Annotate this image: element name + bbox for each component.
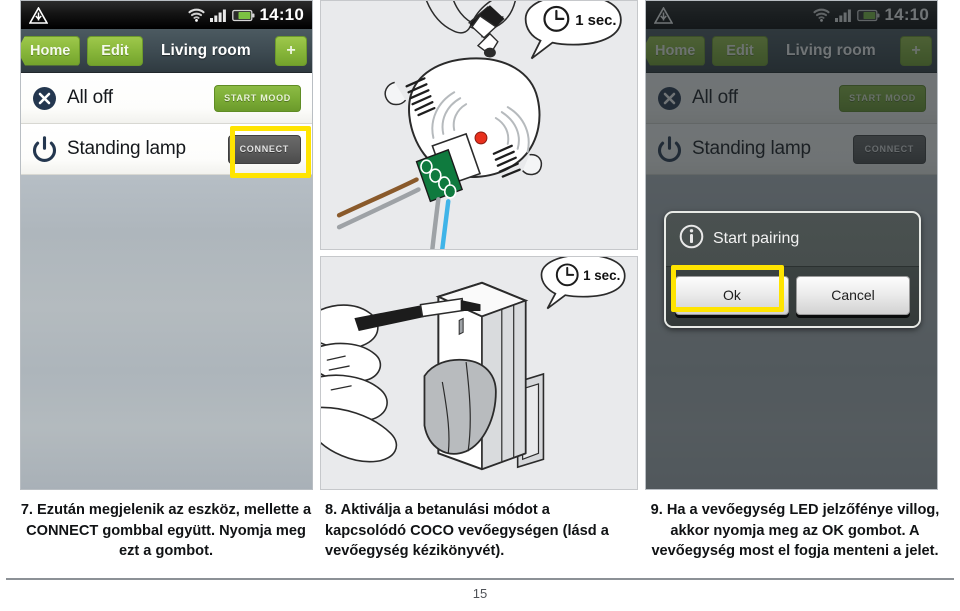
caption-step-7: 7. Ezután megjelenik az eszköz, mellette… [20,502,312,560]
dialog-title: Start pairing [713,230,800,247]
phone-screenshot-right: 14:10 Home Edit Living room + Al [645,0,938,490]
status-bar-left-icons [21,6,188,24]
dialog-buttons: Ok Cancel [666,267,919,326]
device-list-left: All off START MOOD Standing lamp CONNECT [21,73,312,175]
panels-row: 14:10 Home Edit Living room + All off ST… [0,0,960,492]
page-number: 15 [472,586,488,601]
status-bar-clock: 14:10 [259,5,304,24]
caption-row: 7. Ezután megjelenik az eszköz, mellette… [0,500,960,572]
connect-button[interactable]: CONNECT [227,134,301,164]
dialog-header: Start pairing [666,213,919,267]
nav-bar-left: Home Edit Living room + [21,29,312,73]
wifi-icon [187,8,205,22]
manual-page: 14:10 Home Edit Living room + All off ST… [0,0,960,611]
power-icon [21,136,67,162]
illustration-plug-in-receiver: 1 sec. [320,256,638,490]
status-bar-right-icons: 14:10 [187,5,312,25]
ok-button[interactable]: Ok [675,276,789,315]
home-button[interactable]: Home [21,35,81,66]
list-item-label: Standing lamp [67,138,186,159]
warning-triangle-icon [29,6,48,24]
illustration-built-in-receiver: 1 sec. [320,0,638,250]
room-title: Living room [160,41,251,59]
footer-divider [6,578,954,580]
info-icon [679,224,704,254]
list-item-label: All off [67,87,113,108]
battery-icon [231,9,255,22]
bubble-text-bottom: 1 sec. [583,268,620,283]
status-bar-left: 14:10 [21,1,312,29]
caption-step-9: 9. Ha a vevőegység LED jelzőfénye villog… [650,502,940,560]
bubble-text-top: 1 sec. [575,13,616,29]
signal-bars-icon [209,8,227,22]
start-pairing-dialog: Start pairing Ok Cancel [664,211,921,328]
close-circle-icon [21,86,67,111]
list-item[interactable]: All off START MOOD [21,73,312,124]
empty-list-area [21,175,312,489]
list-item[interactable]: Standing lamp CONNECT [21,124,312,175]
start-mood-button[interactable]: START MOOD [214,84,301,112]
edit-button[interactable]: Edit [87,35,143,66]
caption-step-8: 8. Aktiválja a betanulási módot a kapcso… [325,502,609,560]
add-device-button[interactable]: + [275,35,307,66]
cancel-button[interactable]: Cancel [796,276,910,315]
phone-screenshot-left: 14:10 Home Edit Living room + All off ST… [20,0,313,490]
